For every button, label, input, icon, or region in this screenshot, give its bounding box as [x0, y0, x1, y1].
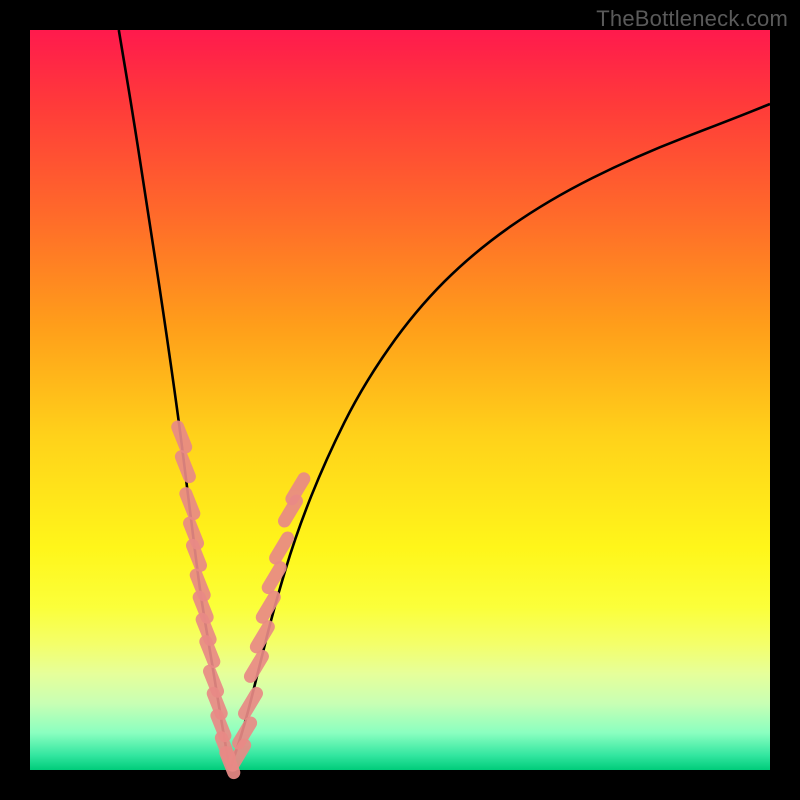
data-marker — [250, 656, 262, 676]
data-marker — [178, 427, 186, 447]
data-marker — [276, 538, 288, 558]
chart-frame: TheBottleneck.com — [0, 0, 800, 800]
data-marker — [239, 723, 251, 743]
watermark-text: TheBottleneck.com — [596, 6, 788, 32]
data-marker — [256, 627, 268, 647]
data-marker — [193, 545, 201, 565]
plot-area — [30, 30, 770, 770]
curves-svg — [30, 30, 770, 770]
data-marker — [268, 568, 280, 588]
right-branch-curve — [230, 104, 770, 770]
data-marker — [292, 479, 304, 499]
marker-group — [178, 427, 304, 773]
data-marker — [245, 693, 257, 713]
data-marker — [186, 494, 194, 514]
data-marker — [181, 457, 189, 477]
data-marker — [206, 642, 214, 662]
